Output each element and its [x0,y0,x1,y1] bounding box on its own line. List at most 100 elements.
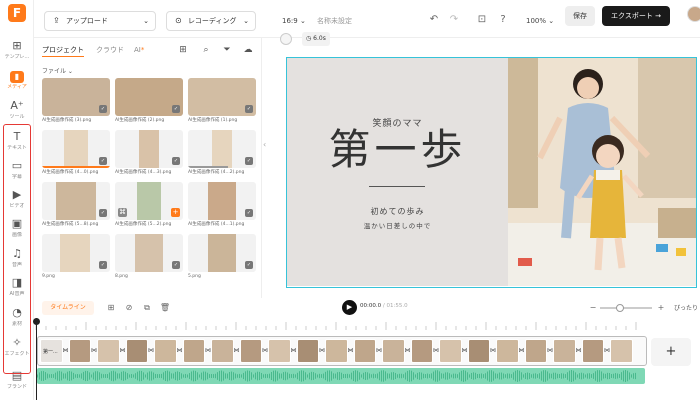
timeline-clip[interactable] [268,339,291,363]
timeline-clip[interactable] [410,339,433,363]
zoom-select[interactable]: 100% ⌄ [526,11,554,31]
zoom-in-icon[interactable]: + [654,301,668,315]
record-button[interactable]: ⊙ レコーディング ⌄ [166,11,256,31]
rail-label: ブランド [6,384,27,390]
media-item[interactable]: ✓ AI生成画像作成 (3).png [42,78,110,126]
photo-panel [508,58,696,286]
timeline-clip[interactable] [524,339,547,363]
timeline-clip[interactable] [353,339,376,363]
current-time: 00:00.0 [360,303,382,309]
tab-ai[interactable]: AI* [134,44,144,56]
transition-icon[interactable]: ⋈ [576,347,582,355]
tab-cloud[interactable]: クラウド [96,44,124,56]
timeline-clip[interactable] [610,339,633,363]
timeline-clip[interactable] [239,339,262,363]
record-icon: ⊙ [175,16,182,25]
add-clip-button[interactable]: + [651,338,691,366]
help-icon[interactable]: ? [495,12,511,28]
check-icon: ✓ [99,105,107,113]
timeline-clip[interactable] [296,339,319,363]
play-button[interactable]: ▶ [342,300,357,315]
project-name[interactable]: 名称未設定 [317,11,352,31]
playhead[interactable] [33,318,40,400]
media-item[interactable]: ✓ 5.png [188,234,256,282]
redo-icon[interactable]: ↷ [446,12,462,28]
media-thumbnail: ⌘ + [115,182,183,220]
timeline-clip[interactable]: 第一... [40,339,63,363]
avatar[interactable] [687,6,700,22]
media-item[interactable]: ✓ 9.png [42,234,110,282]
transition-icon[interactable]: ⋈ [519,347,525,355]
timeline-clip[interactable] [325,339,348,363]
preview-canvas[interactable]: 笑顔のママ 第一歩 初めての歩み 温かい日差しの中で [286,57,697,288]
timeline-clip[interactable] [182,339,205,363]
zoom-slider-knob[interactable] [616,304,624,312]
timeline-clip[interactable] [581,339,604,363]
duplicate-icon[interactable]: ⧉ [140,301,154,315]
add-track-icon[interactable]: ⊞ [104,301,118,315]
media-item[interactable]: ✓ AI生成画像作成 (4...1).png [188,182,256,230]
media-item[interactable]: ✓ AI生成画像作成 (4...2).png [188,130,256,178]
cloud-upload-icon[interactable]: ☁ [240,42,256,58]
undo-icon[interactable]: ↶ [426,12,442,28]
timeline-clip[interactable] [467,339,490,363]
transition-icon[interactable]: ⋈ [63,347,69,355]
title-panel: 笑顔のママ 第一歩 初めての歩み 温かい日差しの中で [287,58,508,286]
timeline-clip[interactable] [382,339,405,363]
new-folder-icon[interactable]: ⊞ [175,42,191,58]
timeline-clip[interactable] [154,339,177,363]
video-track[interactable]: 第一... ⋈ ⋈ ⋈ ⋈ ⋈ ⋈ ⋈ ⋈ ⋈ ⋈ ⋈ ⋈ ⋈ ⋈ ⋈ ⋈ ⋈ ⋈ ⋈ ⋈ [37,336,647,366]
aspect-ratio-select[interactable]: 16:9 ⌄ [282,11,306,31]
timeline-clip[interactable] [211,339,234,363]
tab-timeline[interactable]: タイムライン [42,301,94,315]
media-item[interactable]: ✓ AI生成画像作成 (1).png [188,78,256,126]
upload-button[interactable]: ⇪ アップロード ⌄ [44,11,156,31]
timeline-clip[interactable] [68,339,91,363]
media-item[interactable]: ✓ 8.png [115,234,183,282]
media-item[interactable]: ✓ AI生成画像作成 (4...0).png [42,130,110,178]
media-item[interactable]: ⌘ + AI生成画像作成 (5...2).png [115,182,183,230]
media-item[interactable]: ✓ AI生成画像作成 (4...3).png [115,130,183,178]
timeline-clip[interactable] [496,339,519,363]
fit-button[interactable]: ぴったり [674,303,698,312]
duration-control[interactable]: ◷ 6.0s [302,32,330,46]
timeline-clip[interactable] [439,339,462,363]
timeline-clip[interactable] [125,339,148,363]
transition-icon[interactable]: ⋈ [405,347,411,355]
transition-icon[interactable]: ⋈ [291,347,297,355]
timeline-clip[interactable] [553,339,576,363]
zoom-slider[interactable] [600,304,652,312]
transition-icon[interactable]: ⋈ [462,347,468,355]
media-caption: 8.png [115,274,128,279]
transition-icon[interactable]: ⋈ [348,347,354,355]
add-icon[interactable]: ⌘ [118,208,127,217]
timeline-clip[interactable] [97,339,120,363]
time-display: 00:00.0 / 01:55.0 [360,303,408,309]
screenshot-icon[interactable]: ⊡ [474,12,490,28]
save-button[interactable]: 保存 [565,6,595,26]
background-color-swatch[interactable] [280,33,292,45]
add-to-timeline-icon[interactable]: + [171,208,180,217]
transition-icon[interactable]: ⋈ [177,347,183,355]
tab-ai-label: AI [134,46,141,54]
app-window: F ⊞ テンプレ… ▮ メディア A⁺ ツール T テキスト ▭ 字幕 ▶ ビデオ ▣ 画像 … [0,0,700,400]
playhead-handle[interactable] [33,318,40,325]
audio-track[interactable] [37,368,645,384]
rail-item-tools[interactable]: A⁺ ツール [0,96,34,126]
rail-item-template[interactable]: ⊞ テンプレ… [0,36,34,66]
transition-icon[interactable]: ⋈ [234,347,240,355]
collapse-panel-handle[interactable]: ‹ [263,140,269,158]
transition-icon[interactable]: ⋈ [120,347,126,355]
media-item[interactable]: ✓ AI生成画像作成 (2).png [115,78,183,126]
export-button[interactable]: エクスポート → [602,6,670,26]
tab-project[interactable]: プロジェクト [42,44,84,57]
file-filter[interactable]: ファイル ⌄ [42,66,73,75]
media-item[interactable]: ✓ AI生成画像作成 (5...8).png [42,182,110,230]
brand-logo[interactable]: F [8,4,26,22]
search-icon[interactable]: ⌕ [198,42,214,58]
zoom-out-icon[interactable]: − [586,301,600,315]
rail-item-media[interactable]: ▮ メディア [0,66,34,96]
filter-icon[interactable]: ⏷ [219,42,235,58]
split-icon[interactable]: ⊘ [122,301,136,315]
delete-icon[interactable]: 🗑 [158,301,172,315]
